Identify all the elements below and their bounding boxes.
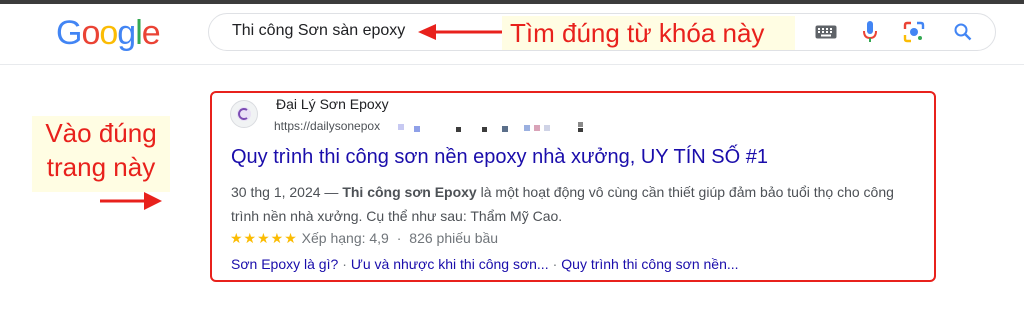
keyboard-icon[interactable]	[814, 20, 838, 44]
sitelink-3[interactable]: Quy trình thi công sơn nền...	[561, 256, 738, 272]
result-date: 30 thg 1, 2024	[231, 184, 321, 200]
sitelink-2[interactable]: Ưu và nhược khi thi công sơn...	[351, 256, 549, 272]
annotation-top-note: Tìm đúng từ khóa này	[502, 16, 795, 50]
browser-top-edge	[0, 0, 1024, 4]
logo-letter: o	[99, 14, 118, 52]
rating-row: ★★★★★ Xếp hạng: 4,9 · 826 phiếu bầu	[230, 230, 498, 247]
mic-icon[interactable]	[858, 20, 882, 44]
annotation-arrow-left	[100, 192, 162, 210]
result-snippet: 30 thg 1, 2024 — Thi công sơn Epoxy là m…	[231, 180, 911, 228]
annotation-left-line1: Vào đúng	[45, 118, 157, 148]
site-name[interactable]: Đại Lý Sơn Epoxy	[276, 96, 389, 112]
search-icon[interactable]	[951, 20, 975, 44]
annotation-left-note: Vào đúng trang này	[32, 116, 170, 192]
result-title-link[interactable]: Quy trình thi công sơn nền epoxy nhà xưở…	[231, 146, 768, 169]
logo-letter: g	[117, 14, 136, 52]
obscured-url-pixels	[398, 122, 583, 132]
sitelink-separator: ·	[552, 256, 558, 272]
annotation-left-line2: trang này	[46, 152, 156, 182]
search-input[interactable]: Thi công Sơn sàn epoxy	[232, 22, 405, 40]
google-logo[interactable]: Google	[56, 14, 161, 53]
header-divider	[0, 64, 1024, 65]
rating-label: Xếp hạng: 4,9	[301, 230, 389, 246]
rating-votes: 826 phiếu bầu	[409, 230, 499, 246]
sitelink-separator: ·	[342, 256, 347, 272]
lens-icon[interactable]	[902, 20, 926, 44]
rating-stars: ★★★★★	[230, 230, 298, 246]
logo-letter: G	[56, 14, 82, 52]
site-url[interactable]: https://dailysonepox	[274, 119, 380, 133]
date-dash: —	[324, 184, 339, 200]
annotation-arrow-top	[418, 24, 502, 40]
rating-separator: ·	[396, 230, 402, 246]
sitelink-1[interactable]: Sơn Epoxy là gì?	[231, 256, 338, 272]
logo-letter: o	[81, 14, 100, 52]
sitelinks: Sơn Epoxy là gì? · Ưu và nhược khi thi côn…	[231, 256, 739, 272]
site-favicon[interactable]	[230, 100, 258, 128]
snippet-bold: Thi công sơn Epoxy	[342, 184, 477, 200]
logo-letter: e	[141, 14, 161, 52]
